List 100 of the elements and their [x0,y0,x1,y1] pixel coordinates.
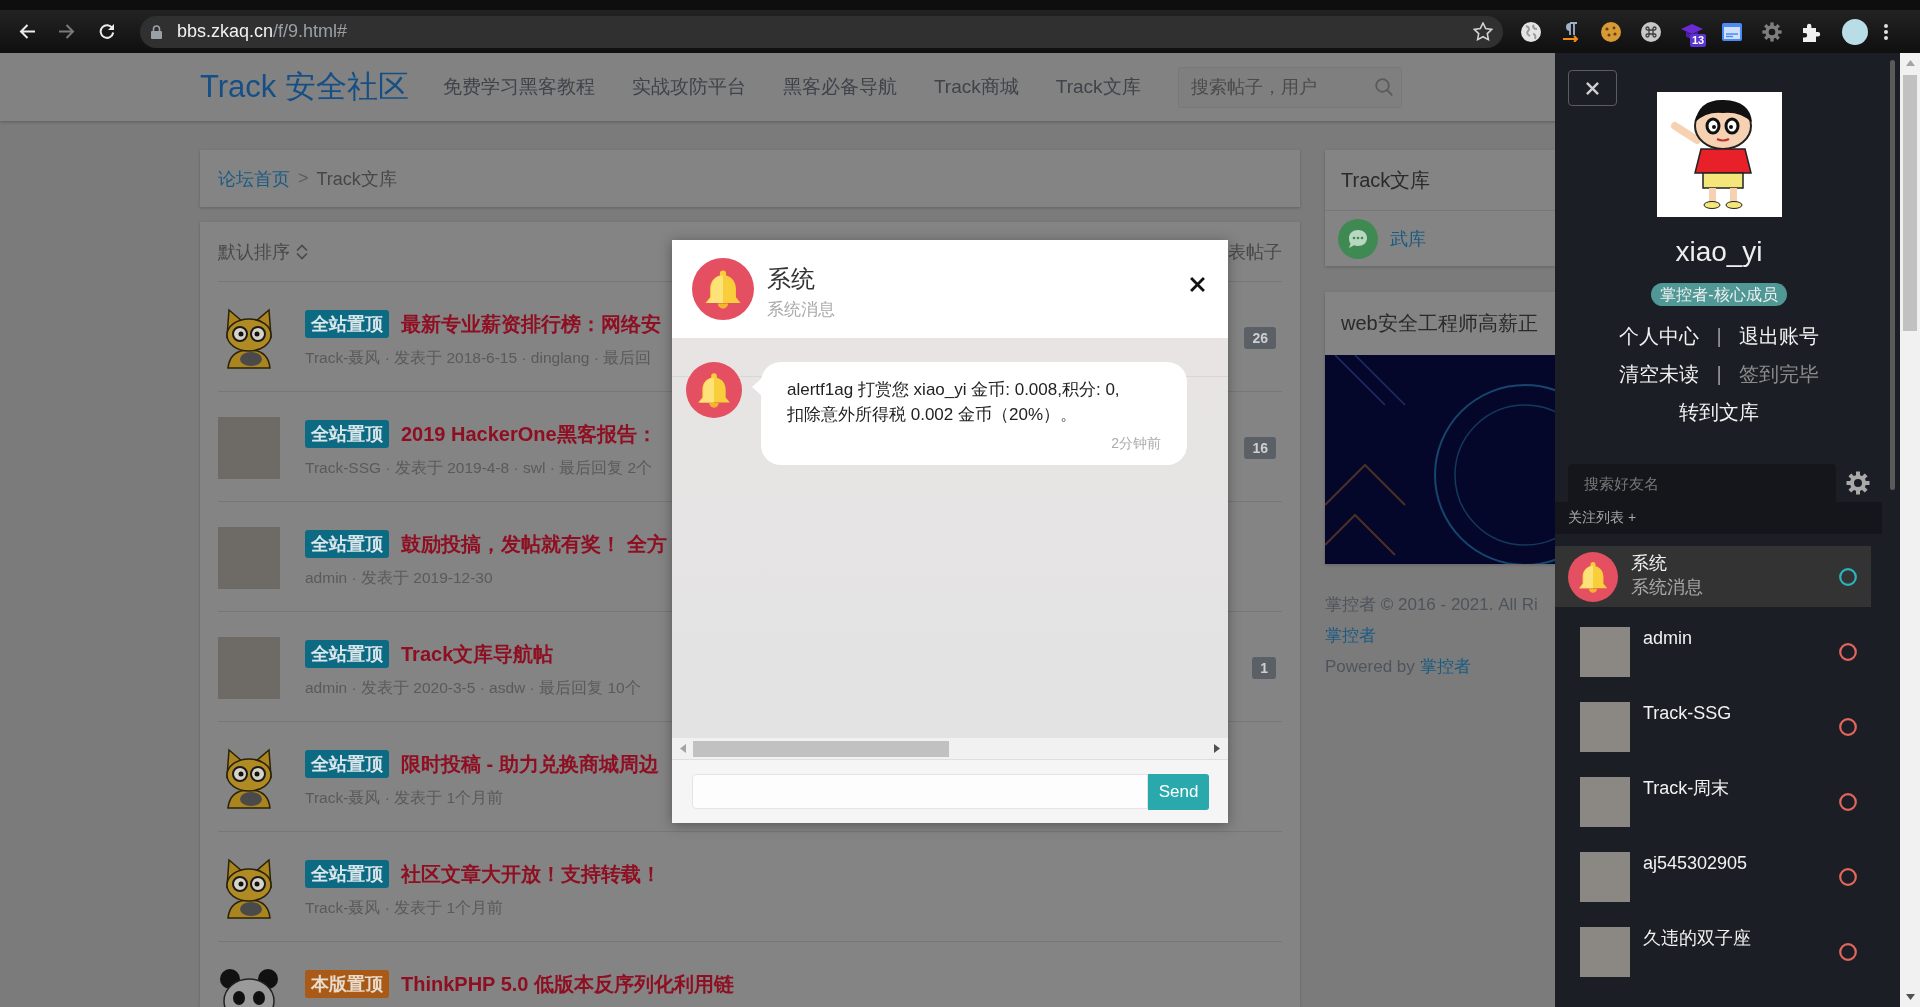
pinned-badge: 全站置顶 [305,640,389,668]
new-post-link[interactable]: 表帖子 [1228,239,1282,264]
scroll-down-icon[interactable] [1905,994,1915,1000]
contact-name: Track-周末 [1643,777,1730,800]
window-icon[interactable] [1722,21,1742,42]
menu-icon[interactable] [1884,23,1888,40]
pinned-badge: 全站置顶 [305,860,389,888]
topic-title-link[interactable]: ThinkPHP 5.0 低版本反序列化利用链 [401,970,734,998]
topic-title-link[interactable]: 2019 HackerOne黑客报告： [401,420,657,448]
footer-link[interactable]: 掌控者 [1325,620,1376,651]
close-button[interactable] [1568,70,1617,106]
site-logo-link[interactable]: Track 安全社区 [200,66,409,108]
nav-link[interactable]: Track文库 [1055,74,1141,100]
gear-icon[interactable] [1762,21,1782,42]
topic-title-link[interactable]: 限时投稿 - 助力兑换商城周边 [401,750,659,778]
pinned-badge: 全站置顶 [305,750,389,778]
bell-avatar-icon [686,362,742,418]
card-title: web安全工程师高薪正 [1340,311,1539,336]
message-time: 2分钟前 [1110,434,1161,453]
follow-list-toggle[interactable]: 关注列表 + [1555,502,1882,534]
message-text: alertf1ag 打赏您 xiao_yi 金币: 0.008,积分: 0, 扣除意外所得税 0.002 金币（20%）。 [787,379,1121,426]
contact-item[interactable]: 久违的双子座 [1555,921,1871,982]
pilcrow-icon[interactable] [1561,21,1581,42]
message-input[interactable] [692,774,1148,809]
breadcrumb-separator: > [298,168,309,189]
contact-item[interactable]: Track-SSG [1555,696,1871,757]
url-text: bbs.zkaq.cn/f/9.html# [177,21,348,42]
avatar-placeholder [218,417,280,479]
avatar-placeholder [218,637,280,699]
topic-title-link[interactable]: 鼓励投搞，发帖就有奖！ 全方 [401,530,667,558]
contact-item[interactable]: aj545302905 [1555,846,1871,907]
scrollbar-thumb[interactable] [1903,75,1917,331]
page-scrollbar[interactable] [1900,53,1920,1007]
breadcrumb-link[interactable]: 论坛首页 [218,166,290,191]
topic-title-link[interactable]: 最新专业薪资排行榜：网络安 [401,310,661,338]
reply-count-badge: 26 [1244,327,1276,349]
cartoon-panda-drawing [218,967,280,1007]
close-button[interactable] [1190,277,1205,292]
forward-icon[interactable] [59,24,75,39]
back-icon[interactable] [19,24,35,39]
address-bar[interactable]: bbs.zkaq.cn/f/9.html# [140,15,1503,48]
category-link[interactable]: 武库 [1390,226,1426,251]
contact-item[interactable]: admin [1555,621,1871,682]
pinned-badge: 本版置顶 [305,970,389,998]
sort-button[interactable]: 默认排序 [218,239,308,264]
contact-subtitle: 系统消息 [1631,576,1703,599]
avatar-placeholder [1580,701,1630,752]
star-icon[interactable] [1473,22,1493,41]
breadcrumb-current: Track文库 [316,167,397,191]
scrollbar-thumb[interactable] [693,740,949,757]
contact-item[interactable]: 系统 系统消息 [1555,546,1871,607]
friend-search-field[interactable]: 搜索好友名 [1568,464,1836,502]
nav-link[interactable]: 黑客必备导航 [782,74,897,100]
reply-count-badge: 16 [1244,437,1276,459]
scrollbar[interactable] [1890,60,1895,490]
dialog-subtitle: 系统消息 [767,299,835,321]
command-key-icon[interactable] [1641,21,1661,42]
pinned-badge: 全站置顶 [305,420,389,448]
account-link[interactable]: 清空未读 [1619,360,1700,388]
contact-name: Track-SSG [1643,702,1732,725]
account-link[interactable]: 转到文库 [1679,398,1759,426]
cookie-icon[interactable] [1601,21,1621,42]
contact-name: 久违的双子座 [1643,927,1751,950]
profile-avatar[interactable] [1842,18,1868,45]
globe-icon[interactable] [1521,21,1541,42]
footer-link[interactable]: 掌控者 [1419,657,1471,676]
link-separator: | [1716,324,1722,348]
account-link[interactable]: 退出账号 [1738,322,1819,350]
pinned-badge: 全站置顶 [305,530,389,558]
contact-item[interactable]: Track-周末 [1555,771,1871,832]
chat-bubble-icon [1338,218,1378,259]
nav-link[interactable]: Track商城 [933,74,1019,100]
settings-icon[interactable] [1846,471,1870,495]
topic-title-link[interactable]: Track文库导航帖 [401,640,554,668]
avatar-placeholder [1580,626,1630,677]
contact-name: admin [1643,627,1693,650]
puzzle-icon[interactable] [1802,21,1822,42]
topic-title-link[interactable]: 社区文章大开放！支持转载！ [401,860,661,888]
account-link[interactable]: 个人中心 [1619,322,1700,350]
dialog-title: 系统 [767,264,816,294]
avatar-placeholder [218,527,280,589]
bell-avatar-icon [1568,551,1618,602]
reload-icon[interactable] [99,24,115,39]
contact-name: aj545302905 [1643,852,1748,875]
pinned-badge: 全站置顶 [305,310,389,338]
avatar-placeholder [1580,851,1630,902]
contact-name: 系统 [1631,552,1668,575]
avatar-placeholder [1580,926,1630,977]
reply-count-badge: 1 [1252,657,1276,679]
link-separator: | [1716,362,1722,386]
horizontal-scrollbar[interactable] [672,738,1228,760]
close-icon [1190,277,1205,292]
close-icon [1586,81,1599,95]
send-button[interactable]: Send [1148,773,1209,810]
nav-link[interactable]: 实战攻防平台 [631,74,746,100]
nav-link[interactable]: 免费学习黑客教程 [442,74,595,100]
scroll-right-icon[interactable] [1214,744,1220,753]
notification-badge: 13 [1690,33,1707,47]
role-badge: 掌控者-核心成员 [1651,283,1787,306]
sort-icon [296,243,308,260]
